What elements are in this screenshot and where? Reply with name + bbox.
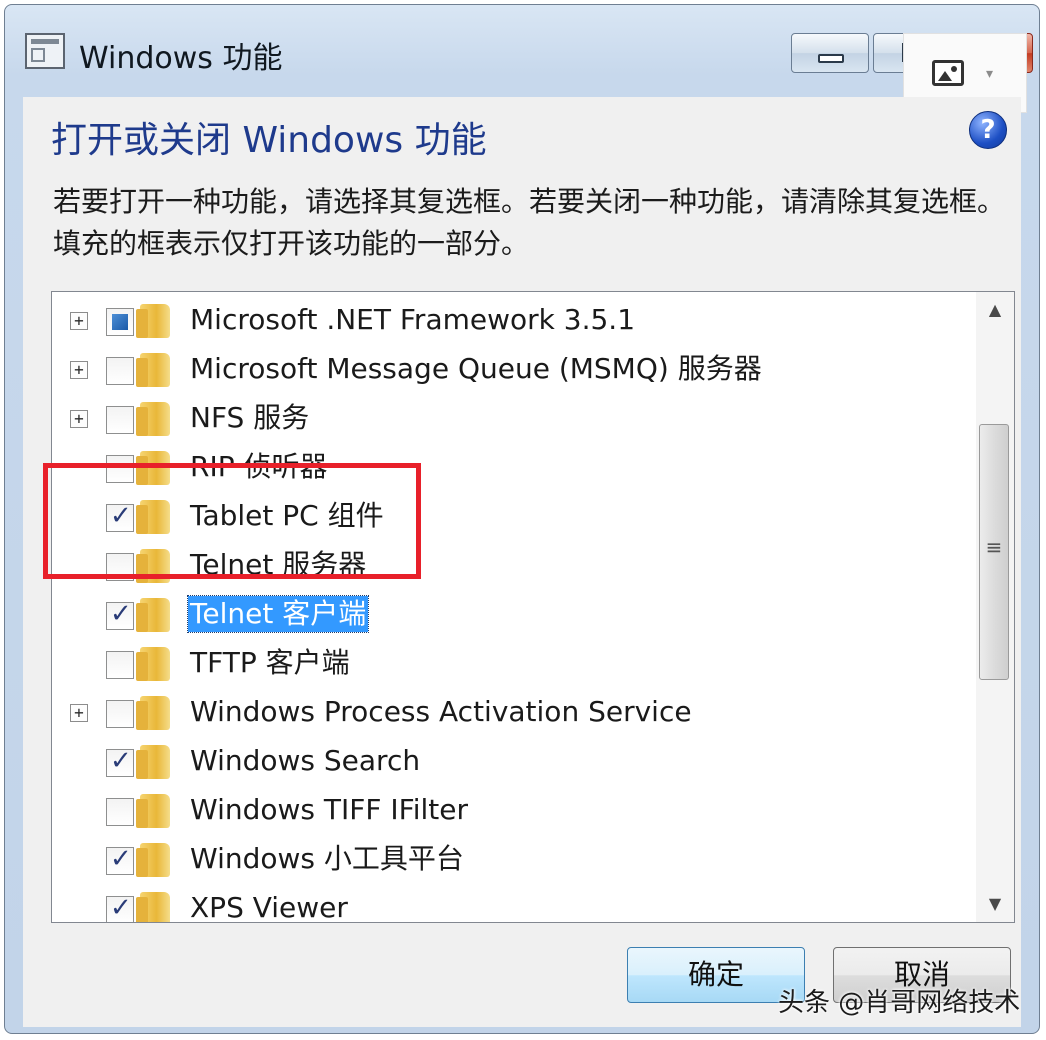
feature-row[interactable]: + Microsoft .NET Framework 3.5.1 [52,296,976,345]
folder-icon [136,549,170,583]
feature-checkbox[interactable] [106,501,134,532]
expand-icon[interactable]: + [70,410,88,428]
feature-row[interactable]: Windows Search [52,737,976,786]
feature-checkbox[interactable] [106,700,134,728]
feature-label: Telnet 服务器 [190,548,367,581]
feature-label: TFTP 客户端 [190,646,350,679]
folder-icon [136,843,170,877]
feature-checkbox[interactable] [106,308,134,336]
feature-row[interactable]: Telnet 服务器 [52,541,976,590]
windows-features-dialog: Windows 功能 × ▾ 打开或关闭 Windows 功能 ? 若要打开一种… [4,4,1040,1034]
title-bar[interactable]: Windows 功能 × [5,5,1039,97]
feature-label: Telnet 客户端 [186,595,370,633]
feature-label: Microsoft Message Queue (MSMQ) 服务器 [190,352,762,385]
feature-checkbox[interactable] [106,357,134,385]
feature-checkbox[interactable] [106,599,134,630]
window-app-icon [25,33,65,69]
feature-checkbox[interactable] [106,893,134,922]
feature-label: Tablet PC 组件 [190,499,384,532]
feature-checkbox[interactable] [106,844,134,875]
folder-icon [136,598,170,632]
feature-label: Microsoft .NET Framework 3.5.1 [190,303,636,336]
feature-row[interactable]: XPS Viewer [52,884,976,923]
feature-checkbox[interactable] [106,553,134,581]
dialog-client-area: 打开或关闭 Windows 功能 ? 若要打开一种功能，请选择其复选框。若要关闭… [23,97,1021,1027]
help-icon[interactable]: ? [969,111,1007,149]
scroll-grip-icon: ≡ [985,535,1003,559]
feature-checkbox[interactable] [106,406,134,434]
window-title: Windows 功能 [79,41,283,76]
folder-icon [136,745,170,779]
feature-label: Windows 小工具平台 [190,842,464,875]
feature-row[interactable]: Tablet PC 组件 [52,492,976,541]
image-icon [932,60,964,86]
folder-icon [136,696,170,730]
feature-row[interactable]: + Windows Process Activation Service [52,688,976,737]
feature-label: XPS Viewer [190,891,348,923]
chevron-down-icon: ▾ [986,66,994,82]
feature-checkbox[interactable] [106,651,134,679]
feature-label: RIP 侦听器 [190,450,328,483]
scroll-thumb[interactable]: ≡ [979,424,1009,680]
expand-icon[interactable]: + [70,704,88,722]
folder-icon [136,892,170,922]
scroll-down-arrow-icon[interactable]: ▼ [976,886,1014,922]
folder-icon [136,451,170,485]
folder-icon [136,353,170,387]
minimize-button[interactable] [791,33,869,73]
page-title: 打开或关闭 Windows 功能 [51,120,487,161]
expand-icon[interactable]: + [70,312,88,330]
feature-row[interactable]: RIP 侦听器 [52,443,976,492]
folder-icon [136,500,170,534]
feature-label: Windows TIFF IFilter [190,793,468,826]
watermark-text: 头条 @肖哥网络技术 [778,988,1021,1018]
vertical-scrollbar[interactable]: ▲ ≡ ▼ [976,292,1014,922]
feature-row[interactable]: Windows 小工具平台 [52,835,976,884]
folder-icon [136,402,170,436]
folder-icon [136,304,170,338]
feature-label: NFS 服务 [190,401,310,434]
feature-checkbox[interactable] [106,455,134,483]
features-tree[interactable]: + Microsoft .NET Framework 3.5.1 + Microsof… [51,291,1015,923]
feature-checkbox[interactable] [106,746,134,777]
scroll-up-arrow-icon[interactable]: ▲ [976,292,1014,328]
feature-label: Windows Process Activation Service [190,695,692,728]
folder-icon [136,647,170,681]
feature-checkbox[interactable] [106,798,134,826]
feature-row[interactable]: Telnet 客户端 [52,590,976,639]
minimize-icon [818,54,844,63]
instructions-text: 若要打开一种功能，请选择其复选框。若要关闭一种功能，请清除其复选框。填充的框表示… [53,185,1006,260]
expand-icon[interactable]: + [70,361,88,379]
feature-row[interactable]: + Microsoft Message Queue (MSMQ) 服务器 [52,345,976,394]
folder-icon [136,794,170,828]
feature-row[interactable]: TFTP 客户端 [52,639,976,688]
feature-label: Windows Search [190,744,421,777]
feature-row[interactable]: + NFS 服务 [52,394,976,443]
feature-row[interactable]: Windows TIFF IFilter [52,786,976,835]
